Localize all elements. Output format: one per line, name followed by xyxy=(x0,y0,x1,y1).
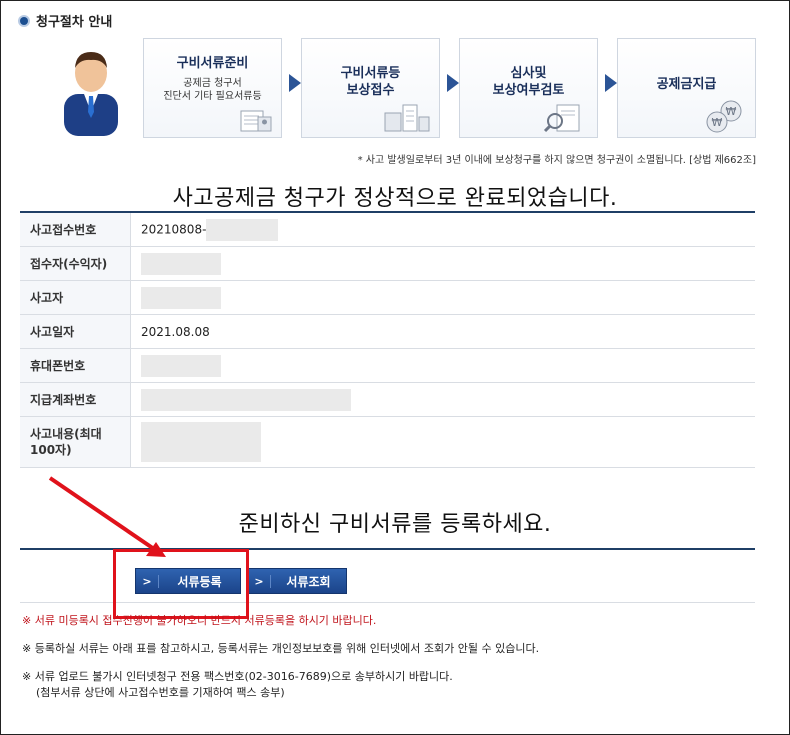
info-note: ※ 등록하실 서류는 아래 표를 참고하시고, 등록서류는 개인정보보호를 위해… xyxy=(22,642,540,655)
info-note: (첨부서류 상단에 사고접수번호를 기재하여 팩스 송부) xyxy=(36,686,285,699)
warning-note: ※ 서류 미등록시 접수진행이 불가하오니 반드시 서류등록을 하시기 바랍니다… xyxy=(22,614,377,627)
info-note: ※ 서류 업로드 불가시 인터넷청구 전용 팩스번호(02-3016-7689)… xyxy=(22,670,453,683)
